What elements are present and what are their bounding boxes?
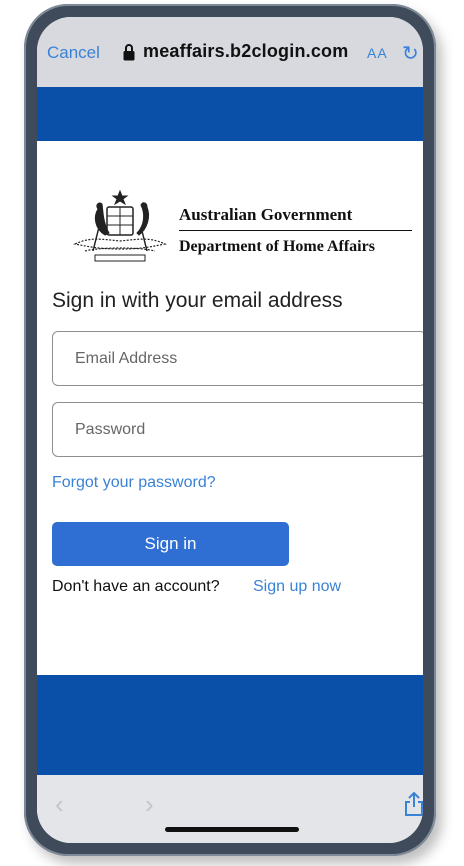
sign-in-button[interactable]: Sign in (52, 522, 289, 566)
department-name: Department of Home Affairs (179, 238, 375, 255)
chevron-right-icon[interactable]: › (145, 789, 154, 820)
header-banner (37, 87, 423, 141)
email-field[interactable] (52, 331, 423, 386)
lock-icon (123, 44, 135, 61)
coat-of-arms-icon (73, 189, 167, 262)
text-size-button[interactable]: AA (367, 45, 388, 61)
no-account-text: Don't have an account? (52, 578, 220, 595)
cancel-button[interactable]: Cancel (47, 43, 100, 63)
reload-icon[interactable]: ↻ (402, 41, 419, 66)
browser-url-bar: Cancel meaffairs.b2clogin.com AA ↻ (37, 17, 423, 87)
url-text[interactable]: meaffairs.b2clogin.com (143, 41, 348, 62)
browser-toolbar: ‹ › (37, 775, 423, 843)
phone-frame: Cancel meaffairs.b2clogin.com AA ↻ Austr… (24, 4, 436, 856)
home-indicator[interactable] (165, 827, 299, 832)
forgot-password-link[interactable]: Forgot your password? (52, 474, 216, 492)
share-icon[interactable] (403, 791, 423, 817)
phone-screen: Cancel meaffairs.b2clogin.com AA ↻ Austr… (37, 17, 423, 843)
chevron-left-icon[interactable]: ‹ (55, 789, 64, 820)
government-name: Australian Government (179, 205, 353, 224)
sign-in-panel: Australian Government Department of Home… (37, 141, 423, 675)
password-field[interactable] (52, 402, 423, 457)
brand-divider (179, 230, 412, 231)
footer-banner (37, 675, 423, 775)
page-title: Sign in with your email address (52, 289, 343, 312)
sign-up-link[interactable]: Sign up now (253, 578, 341, 596)
